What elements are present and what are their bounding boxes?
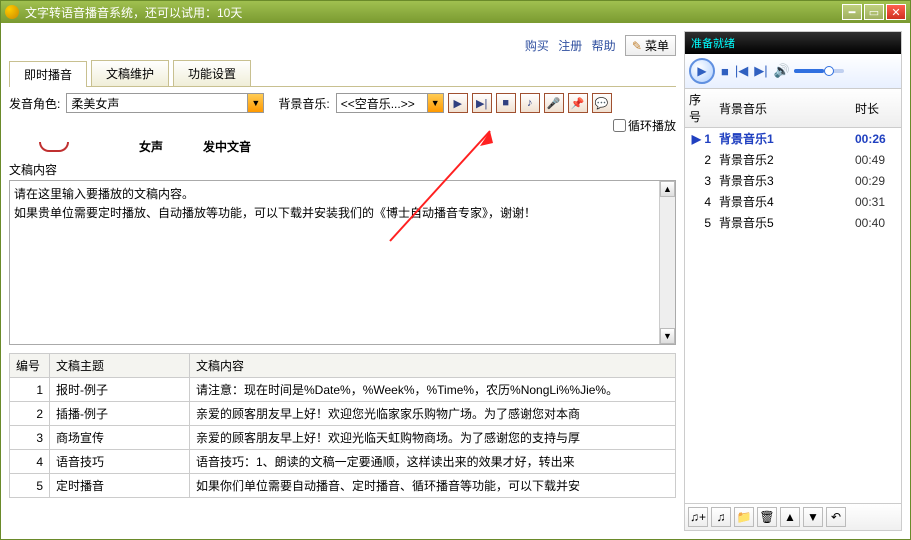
menu-button[interactable]: ✎ 菜单	[625, 35, 676, 56]
mic-button[interactable]: 🎤	[544, 93, 564, 113]
pin-button[interactable]: 📌	[568, 93, 588, 113]
prev-track-button[interactable]: ▶|	[472, 93, 492, 113]
player-next-button[interactable]: ▶|	[754, 63, 767, 79]
content-textarea-wrap: ▲ ▼	[9, 180, 676, 345]
player-stop-button[interactable]: ■	[721, 64, 729, 79]
playlist-row[interactable]: ▶ 1背景音乐100:26	[685, 128, 901, 150]
table-row[interactable]: 5定时播音如果你们单位需要自动播音、定时播音、循环播音等功能，可以下载并安	[10, 474, 676, 498]
table-row[interactable]: 3商场宣传亲爱的顾客朋友早上好！欢迎光临天虹购物商场。为了感谢您的支持与厚	[10, 426, 676, 450]
playlist-toolbar: ♫+ ♫ 📁 🗑 ▲ ▼ ↶	[685, 503, 901, 530]
table-row[interactable]: 2插播-例子亲爱的顾客朋友早上好！欢迎您光临家家乐购物广场。为了感谢您对本商	[10, 402, 676, 426]
right-pane: 准备就绪 ▶ ■ |◀ ▶| 🔊 序号	[684, 31, 902, 531]
pl-col-name[interactable]: 背景音乐	[715, 89, 851, 128]
stop-button[interactable]: ■	[496, 93, 516, 113]
tab-2[interactable]: 功能设置	[173, 60, 251, 86]
playlist-row[interactable]: 5背景音乐500:40	[685, 212, 901, 233]
pl-folder-button[interactable]: 📁	[734, 507, 754, 527]
voice-label: 发音角色:	[9, 95, 60, 112]
top-links: 购买 注册 帮助 ✎ 菜单	[9, 31, 676, 60]
playlist: 序号 背景音乐 时长 ▶ 1背景音乐100:262背景音乐200:493背景音乐…	[685, 89, 901, 503]
pl-delete-button[interactable]: 🗑	[757, 507, 777, 527]
col-num[interactable]: 编号	[10, 354, 50, 378]
pl-col-num[interactable]: 序号	[685, 89, 715, 128]
voice-dropdown-icon[interactable]: ▼	[247, 94, 263, 112]
playlist-row[interactable]: 3背景音乐300:29	[685, 170, 901, 191]
player: 准备就绪 ▶ ■ |◀ ▶| 🔊	[685, 32, 901, 89]
script-table: 编号 文稿主题 文稿内容 1报时-例子请注意：现在时间是%Date%，%Week…	[9, 353, 676, 498]
volume-control[interactable]: 🔊	[774, 63, 844, 79]
pl-undo-button[interactable]: ↶	[826, 507, 846, 527]
playlist-row[interactable]: 2背景音乐200:49	[685, 149, 901, 170]
app-window: 文字转语音播音系统，还可以试用：10天 ━ ▭ ✕ 购买 注册 帮助 ✎ 菜单 …	[0, 0, 911, 540]
player-status: 准备就绪	[685, 32, 901, 54]
left-pane: 购买 注册 帮助 ✎ 菜单 即时播音文稿维护功能设置 发音角色: ▼ 背景音乐:	[9, 31, 676, 531]
pencil-icon: ✎	[632, 39, 642, 53]
player-prev-button[interactable]: |◀	[735, 63, 748, 79]
toolbar: 发音角色: ▼ 背景音乐: ▼ ▶ ▶| ■ ♪ 🎤 📌 💬	[9, 87, 676, 136]
volume-icon[interactable]: 🔊	[774, 63, 790, 79]
lips-icon	[39, 142, 69, 152]
bg-dropdown-icon[interactable]: ▼	[427, 94, 443, 112]
app-icon	[5, 5, 19, 19]
pl-add-music-button[interactable]: ♫+	[688, 507, 708, 527]
play-button[interactable]: ▶	[448, 93, 468, 113]
minimize-button[interactable]: ━	[842, 4, 862, 20]
col-topic[interactable]: 文稿主题	[50, 354, 190, 378]
maximize-button[interactable]: ▭	[864, 4, 884, 20]
scroll-up-icon[interactable]: ▲	[660, 181, 675, 197]
buy-link[interactable]: 购买	[525, 39, 549, 53]
titlebar: 文字转语音播音系统，还可以试用：10天 ━ ▭ ✕	[1, 1, 910, 23]
table-row[interactable]: 4语音技巧语音技巧：1、朗读的文稿一定要通顺，这样读出来的效果才好，转出来	[10, 450, 676, 474]
voice-info-row: 女声 发中文音	[9, 136, 676, 159]
tab-0[interactable]: 即时播音	[9, 61, 87, 87]
pl-music-button[interactable]: ♫	[711, 507, 731, 527]
voice-type: 女声	[139, 138, 163, 155]
textarea-scrollbar[interactable]: ▲ ▼	[659, 181, 675, 344]
voice-lang: 发中文音	[203, 138, 251, 155]
window-title: 文字转语音播音系统，还可以试用：10天	[25, 4, 842, 21]
voice-input[interactable]	[67, 94, 247, 112]
pl-up-button[interactable]: ▲	[780, 507, 800, 527]
content-textarea[interactable]	[10, 181, 659, 341]
pl-col-dur[interactable]: 时长	[851, 89, 901, 128]
volume-slider[interactable]	[794, 69, 844, 73]
tabs: 即时播音文稿维护功能设置	[9, 60, 676, 87]
content-label: 文稿内容	[9, 161, 676, 178]
bg-label: 背景音乐:	[278, 95, 329, 112]
playlist-row[interactable]: 4背景音乐400:31	[685, 191, 901, 212]
loop-check-input[interactable]	[613, 119, 626, 132]
col-content[interactable]: 文稿内容	[190, 354, 676, 378]
bubble-button[interactable]: 💬	[592, 93, 612, 113]
bg-input[interactable]	[337, 94, 427, 112]
player-controls: ▶ ■ |◀ ▶| 🔊	[685, 54, 901, 88]
pl-down-button[interactable]: ▼	[803, 507, 823, 527]
scroll-down-icon[interactable]: ▼	[660, 328, 675, 344]
tab-1[interactable]: 文稿维护	[91, 60, 169, 86]
music-button[interactable]: ♪	[520, 93, 540, 113]
loop-checkbox[interactable]: 循环播放	[613, 117, 676, 134]
voice-combo[interactable]: ▼	[66, 93, 264, 113]
player-play-button[interactable]: ▶	[689, 58, 715, 84]
close-button[interactable]: ✕	[886, 4, 906, 20]
table-row[interactable]: 1报时-例子请注意：现在时间是%Date%，%Week%，%Time%，农历%N…	[10, 378, 676, 402]
help-link[interactable]: 帮助	[592, 39, 616, 53]
bg-combo[interactable]: ▼	[336, 93, 444, 113]
register-link[interactable]: 注册	[558, 39, 582, 53]
